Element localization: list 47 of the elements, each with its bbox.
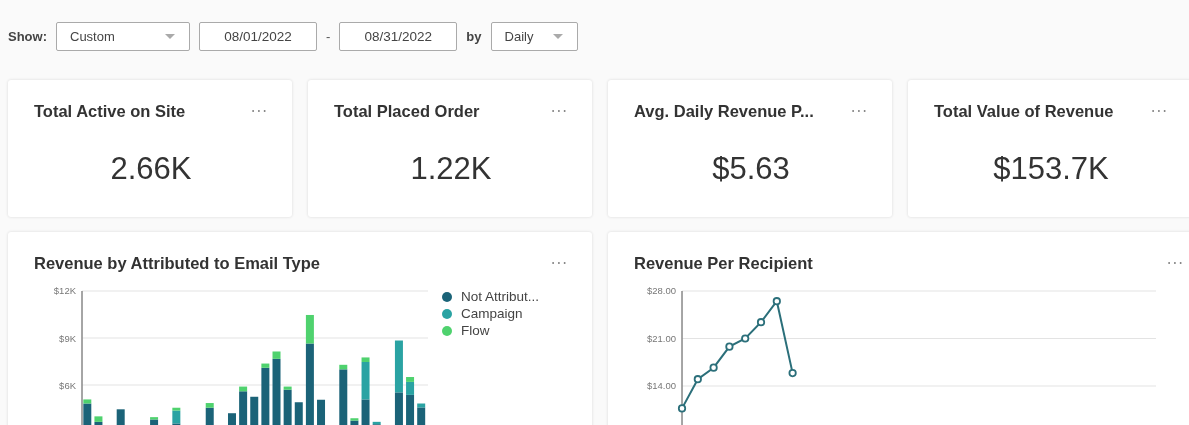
legend-label: Not Attribut... xyxy=(461,289,540,304)
metric-title: Total Placed Order xyxy=(334,102,480,121)
metric-title: Total Value of Revenue xyxy=(934,102,1114,121)
point-marker xyxy=(788,369,797,378)
start-date-field[interactable]: 08/01/2022 xyxy=(199,22,317,51)
range-dropdown[interactable]: Custom xyxy=(56,22,190,51)
more-menu-button[interactable]: ··· xyxy=(1150,102,1168,121)
point-marker xyxy=(677,404,687,413)
bar xyxy=(116,409,125,425)
metric-value: 1.22K xyxy=(409,151,493,187)
end-date-field[interactable]: 08/31/2022 xyxy=(339,22,458,51)
point-marker xyxy=(772,297,781,306)
interval-dropdown[interactable]: Daily xyxy=(490,22,578,51)
caret-icon xyxy=(165,34,175,39)
axis-label: $28.00 xyxy=(647,285,676,297)
more-menu-button[interactable]: ··· xyxy=(550,254,568,273)
bar xyxy=(250,396,259,425)
metric-title: Total Active on Site xyxy=(34,102,186,121)
metric-value: $153.7K xyxy=(992,151,1110,187)
chart-title: Revenue Per Recipient xyxy=(634,254,813,273)
show-label: Show: xyxy=(8,29,47,44)
point-marker xyxy=(756,318,766,327)
chart-title: Revenue by Attributed to Email Type xyxy=(34,254,321,273)
date-separator: - xyxy=(326,29,331,44)
point-marker xyxy=(741,334,750,343)
more-menu-button[interactable]: ··· xyxy=(550,102,568,121)
bar xyxy=(294,402,303,425)
axis-label: $12K xyxy=(53,285,76,297)
axis-label: $14.00 xyxy=(647,380,676,392)
caret-icon xyxy=(552,34,563,39)
metric-value: 2.66K xyxy=(109,151,193,187)
point-marker xyxy=(709,363,718,372)
axis-label: $6K xyxy=(59,379,76,391)
point-marker xyxy=(725,342,734,351)
axis-label: $21.00 xyxy=(647,333,676,344)
more-menu-button[interactable]: ··· xyxy=(850,102,868,121)
metric-title: Avg. Daily Revenue P... xyxy=(634,102,814,121)
point-marker xyxy=(693,375,702,384)
bar xyxy=(317,399,326,425)
axis-label: $9K xyxy=(59,332,76,344)
legend-label: Flow xyxy=(461,323,490,338)
legend-label: Campaign xyxy=(461,306,523,321)
bar xyxy=(228,413,236,425)
metric-value: $5.63 xyxy=(711,151,791,187)
more-menu-button[interactable]: ··· xyxy=(1166,254,1184,273)
by-label: by xyxy=(466,29,482,44)
more-menu-button[interactable]: ··· xyxy=(250,102,268,121)
